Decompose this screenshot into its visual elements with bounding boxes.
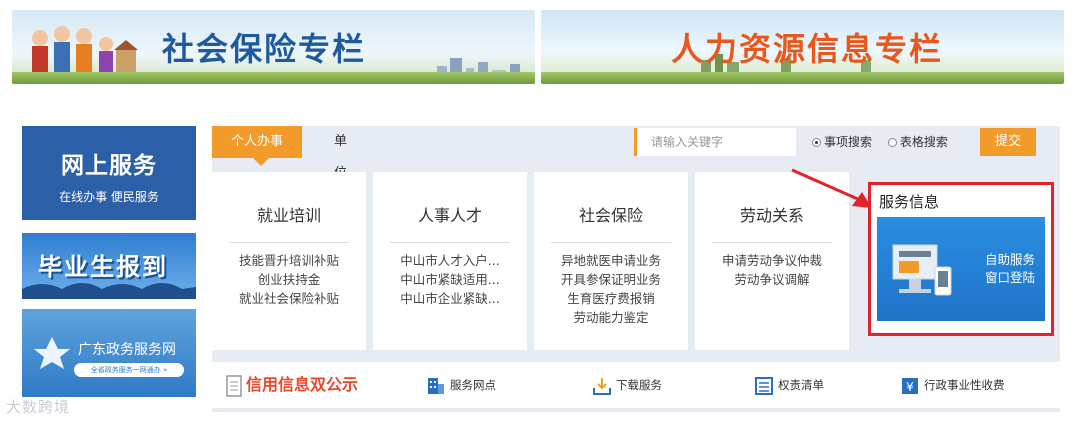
online-service-title: 网上服务 <box>61 153 157 179</box>
list-item[interactable]: 开具参保证明业务 <box>534 270 688 289</box>
list-item[interactable]: 就业社会保险补贴 <box>212 289 366 308</box>
list-item[interactable]: 创业扶持金 <box>212 270 366 289</box>
list-item[interactable]: 生育医疗费报销 <box>534 289 688 308</box>
guangdong-gov-title: 广东政务服务网 <box>78 342 176 358</box>
list-item[interactable]: 劳动能力鉴定 <box>534 308 688 327</box>
graduate-registration-title: 毕业生报到 <box>38 253 168 281</box>
download-service-link[interactable]: 下载服务 <box>592 374 662 396</box>
yuan-fee-icon: ¥ <box>902 377 918 394</box>
radio-form-search[interactable]: 表格搜索 <box>887 128 948 156</box>
checklist-icon <box>755 376 773 395</box>
download-icon <box>593 377 611 395</box>
graduate-registration-banner[interactable]: 毕业生报到 <box>22 233 196 299</box>
list-item[interactable]: 劳动争议调解 <box>695 270 849 289</box>
online-service-subtitle: 在线办事 便民服务 <box>59 190 159 204</box>
radio-form-search-label: 表格搜索 <box>899 135 948 149</box>
grass-strip <box>12 72 535 84</box>
grass-strip <box>541 72 1064 84</box>
self-service-label: 自助服务 窗口登陆 <box>985 251 1035 287</box>
responsibility-list-link[interactable]: 权责清单 <box>754 374 824 396</box>
radio-item-search[interactable]: 事项搜索 <box>812 128 872 156</box>
document-icon <box>226 374 242 397</box>
admin-fees-link[interactable]: ¥ 行政事业性收费 <box>900 374 1005 396</box>
radio-unselected-icon <box>887 138 897 147</box>
self-service-label-line2: 窗口登陆 <box>984 270 1035 285</box>
page: 社会保险专栏 人力资源信息专栏 网上服务 在线办事 便民服务 毕业生报到 广东政… <box>0 0 1080 426</box>
radio-item-search-label: 事项搜索 <box>824 135 873 149</box>
social-insurance-banner[interactable]: 社会保险专栏 <box>12 10 535 84</box>
hr-info-banner[interactable]: 人力资源信息专栏 <box>541 10 1064 84</box>
self-service-login-button[interactable]: 自助服务 窗口登陆 <box>877 217 1045 321</box>
service-outlets-label: 服务网点 <box>450 378 496 392</box>
download-service-label: 下载服务 <box>616 378 662 392</box>
responsibility-list-label: 权责清单 <box>778 378 824 392</box>
submit-button[interactable]: 提交 <box>980 128 1036 156</box>
service-info-title: 服务信息 <box>879 193 940 211</box>
family-illustration <box>32 26 138 72</box>
list-item[interactable]: 申请劳动争议仲裁 <box>695 251 849 270</box>
category-cards: 就业培训 技能晋升培训补贴 创业扶持金 就业社会保险补贴 人事人才 中山市人才入… <box>212 172 852 350</box>
tab-personal[interactable]: 个人办事 <box>212 126 302 166</box>
credit-info-link[interactable]: 信用信息双公示 <box>226 372 358 398</box>
list-item[interactable]: 中山市企业紧缺... <box>373 289 527 308</box>
red-arrow-icon <box>791 168 872 208</box>
divider <box>712 242 832 243</box>
card-title: 人事人才 <box>417 206 482 225</box>
card-social-insurance[interactable]: 社会保险 异地就医申请业务 开具参保证明业务 生育医疗费报销 劳动能力鉴定 <box>534 172 688 350</box>
gov-service-pill: 全省政务服务一网通办 » <box>74 363 184 377</box>
tab-organization[interactable]: 单位办事 <box>334 126 347 245</box>
search-input[interactable]: 请输入关键字 <box>634 128 796 156</box>
list-item[interactable]: 技能晋升培训补贴 <box>212 251 366 270</box>
card-title: 就业培训 <box>256 206 321 225</box>
card-employment-training[interactable]: 就业培训 技能晋升培训补贴 创业扶持金 就业社会保险补贴 <box>212 172 366 350</box>
bottom-quick-links: 信用信息双公示 服务网点 下载服务 权责清单 ¥ 行政事业性收费 <box>212 362 1060 408</box>
credit-info-label: 信用信息双公示 <box>246 375 359 394</box>
service-info-box[interactable]: 服务信息 自助服务 窗口登陆 <box>868 182 1054 336</box>
list-item[interactable]: 异地就医申请业务 <box>534 251 688 270</box>
divider <box>551 242 671 243</box>
card-personnel-talent[interactable]: 人事人才 中山市人才入户... 中山市紧缺适用... 中山市企业紧缺... <box>373 172 527 350</box>
online-service-panel[interactable]: 网上服务 在线办事 便民服务 <box>22 126 196 220</box>
card-title: 社会保险 <box>578 206 643 225</box>
radio-selected-icon <box>812 138 821 147</box>
watermark: 大数跨境 <box>6 398 71 416</box>
left-column: 网上服务 在线办事 便民服务 毕业生报到 广东政务服务网 全省政务服务一网通办 … <box>22 126 196 397</box>
social-insurance-title: 社会保险专栏 <box>162 30 367 68</box>
list-item[interactable]: 中山市紧缺适用... <box>373 270 527 289</box>
admin-fees-label: 行政事业性收费 <box>924 378 1005 392</box>
self-service-label-line1: 自助服务 <box>984 252 1035 267</box>
hr-info-title: 人力资源信息专栏 <box>671 30 944 68</box>
divider <box>390 242 510 243</box>
main-panel: 个人办事 单位办事 请输入关键字 事项搜索 表格搜索 提交 就业培训 技能晋升培… <box>212 126 1060 412</box>
divider <box>229 242 349 243</box>
gov-service-logo-icon <box>34 337 70 369</box>
svg-text:¥: ¥ <box>906 380 914 394</box>
search-type-radios: 事项搜索 表格搜索 <box>812 128 960 156</box>
computer-icon <box>892 244 952 296</box>
list-item[interactable]: 中山市人才入户... <box>373 251 527 270</box>
building-icon <box>428 377 444 394</box>
service-outlets-link[interactable]: 服务网点 <box>426 374 496 396</box>
guangdong-gov-service-banner[interactable]: 广东政务服务网 全省政务服务一网通办 » <box>22 309 196 397</box>
